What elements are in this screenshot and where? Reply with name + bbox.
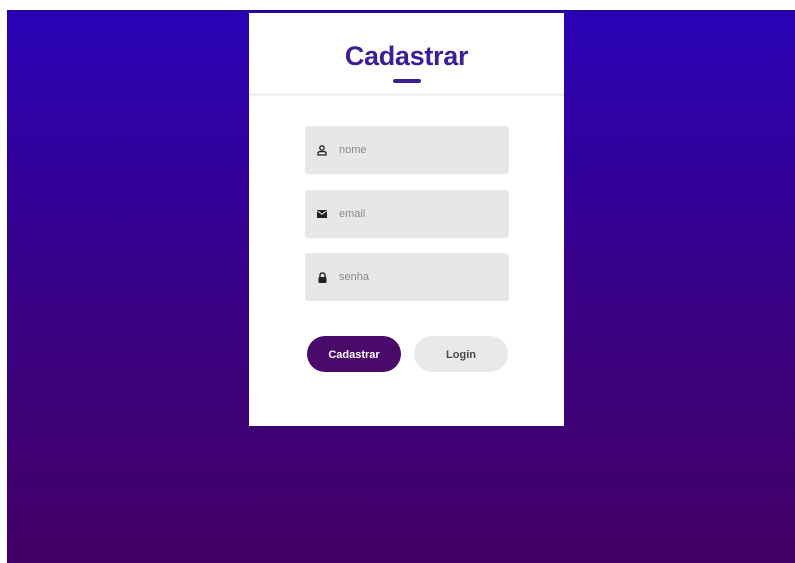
card-header: Cadastrar <box>249 31 564 96</box>
email-input[interactable] <box>337 207 501 221</box>
lock-icon <box>316 271 328 283</box>
email-field[interactable] <box>305 190 509 238</box>
register-card: Cadastrar nome email Cadastrar Login <box>249 13 564 426</box>
envelope-icon <box>316 208 328 220</box>
title-underline <box>393 79 421 83</box>
password-input[interactable] <box>337 270 501 284</box>
name-input[interactable] <box>337 143 501 157</box>
login-button[interactable]: Login <box>414 336 508 372</box>
page-title: Cadastrar <box>344 41 469 71</box>
user-icon <box>316 144 328 156</box>
name-field[interactable] <box>305 126 509 174</box>
register-button[interactable]: Cadastrar <box>307 336 401 372</box>
password-field[interactable] <box>305 253 509 301</box>
page-background: Cadastrar nome email Cadastrar Login <box>7 10 795 563</box>
